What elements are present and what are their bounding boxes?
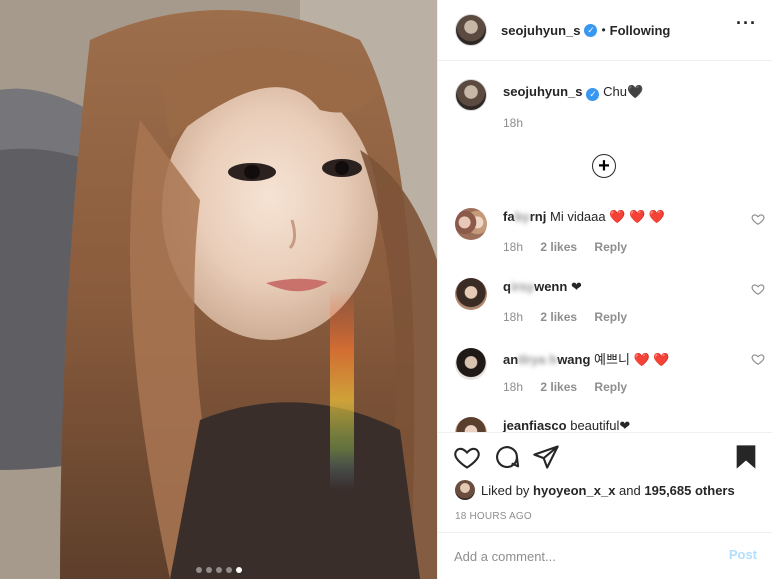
comment-likes[interactable]: 2 likes: [540, 240, 577, 254]
photo-illustration: [0, 0, 437, 579]
add-comment-input[interactable]: [454, 545, 714, 567]
comment-text: fabyrnj Mi vidaaa ❤️ ❤️ ❤️: [503, 209, 666, 224]
reply-button[interactable]: Reply: [594, 380, 627, 394]
post-header: seojuhyun_s ✓ • Following ···: [438, 0, 772, 61]
post-detail-panel: seojuhyun_s ✓ • Following ··· seojuhyun_…: [437, 0, 772, 579]
avatar[interactable]: [455, 14, 487, 46]
liked-by-and: and: [619, 482, 641, 498]
comments-section[interactable]: seojuhyun_s ✓ Chu🖤 18h + fabyrnj Mi vidaa…: [438, 61, 772, 432]
comment-username[interactable]: qirsywenn: [503, 279, 567, 294]
carousel-dot: [195, 567, 202, 573]
reply-button[interactable]: Reply: [594, 240, 627, 254]
share-icon[interactable]: [532, 443, 560, 471]
more-icon[interactable]: ···: [736, 14, 757, 32]
post-timestamp[interactable]: 18 HOURS AGO: [455, 511, 532, 522]
verified-icon: ✓: [584, 23, 598, 37]
caption-username[interactable]: seojuhyun_s: [503, 84, 582, 99]
comment-meta: 18h 2 likes Reply: [503, 310, 641, 324]
avatar[interactable]: [455, 348, 487, 380]
caption-text: seojuhyun_s ✓ Chu🖤: [503, 84, 643, 101]
likes-summary: Liked by hyoyeon_x_x and 195,685 others: [455, 480, 735, 500]
comment-composer: Post: [438, 532, 772, 579]
caption-body: Chu🖤: [603, 84, 644, 99]
caption-time[interactable]: 18h: [503, 116, 523, 130]
comment-item: fabyrnj Mi vidaaa ❤️ ❤️ ❤️ 18h 2 likes R…: [455, 208, 765, 268]
bookmark-icon[interactable]: [732, 443, 760, 471]
comment-username[interactable]: antlrya hwang: [503, 352, 590, 367]
likes-count[interactable]: 195,685 others: [644, 483, 734, 498]
following-button[interactable]: Following: [610, 23, 671, 38]
load-more-icon: +: [598, 155, 610, 177]
load-more-comments-button[interactable]: +: [592, 154, 616, 178]
comment-item: jeanfiasco beautiful❤: [455, 417, 765, 432]
post-comment-button[interactable]: Post: [729, 547, 757, 562]
comment-text: qirsywenn ❤: [503, 279, 582, 294]
carousel-dot: [205, 567, 212, 573]
carousel-indicator: [0, 567, 437, 573]
avatar[interactable]: [455, 278, 487, 310]
carousel-dot-active: [235, 567, 242, 573]
heart-icon[interactable]: [751, 212, 765, 226]
comment-meta: 18h 2 likes Reply: [503, 240, 641, 254]
reply-button[interactable]: Reply: [594, 310, 627, 324]
avatar[interactable]: [455, 79, 487, 111]
avatar[interactable]: [455, 208, 487, 240]
liked-by-prefix: Liked by: [481, 482, 530, 498]
verified-icon: ✓: [586, 88, 600, 101]
comment-username[interactable]: jeanfiasco: [503, 418, 567, 432]
heart-icon[interactable]: [453, 443, 481, 471]
liked-by-user[interactable]: hyoyeon_x_x: [533, 483, 615, 498]
heart-icon[interactable]: [751, 282, 765, 296]
comment-meta: 18h 2 likes Reply: [503, 380, 641, 394]
comment-text: antlrya hwang 예쁘니 ❤️ ❤️: [503, 352, 670, 367]
avatar[interactable]: [455, 480, 475, 500]
carousel-dot: [215, 567, 222, 573]
post-actions: Liked by hyoyeon_x_x and 195,685 others …: [438, 432, 772, 532]
comment-time[interactable]: 18h: [503, 240, 523, 254]
comment-username[interactable]: fabyrnj: [503, 209, 546, 224]
comment-item: antlrya hwang 예쁘니 ❤️ ❤️ 18h 2 likes Repl…: [455, 348, 765, 408]
heart-icon[interactable]: [751, 352, 765, 366]
comment-item: qirsywenn ❤ 18h 2 likes Reply: [455, 278, 765, 338]
post-photo[interactable]: [0, 0, 437, 579]
comment-time[interactable]: 18h: [503, 310, 523, 324]
avatar[interactable]: [455, 417, 487, 432]
comment-likes[interactable]: 2 likes: [540, 380, 577, 394]
comment-time[interactable]: 18h: [503, 380, 523, 394]
comment-text: jeanfiasco beautiful❤: [503, 418, 631, 432]
comment-likes[interactable]: 2 likes: [540, 310, 577, 324]
owner-username[interactable]: seojuhyun_s: [501, 23, 580, 38]
comment-icon[interactable]: [493, 443, 521, 471]
header-separator: •: [601, 23, 606, 37]
carousel-dot: [225, 567, 232, 573]
